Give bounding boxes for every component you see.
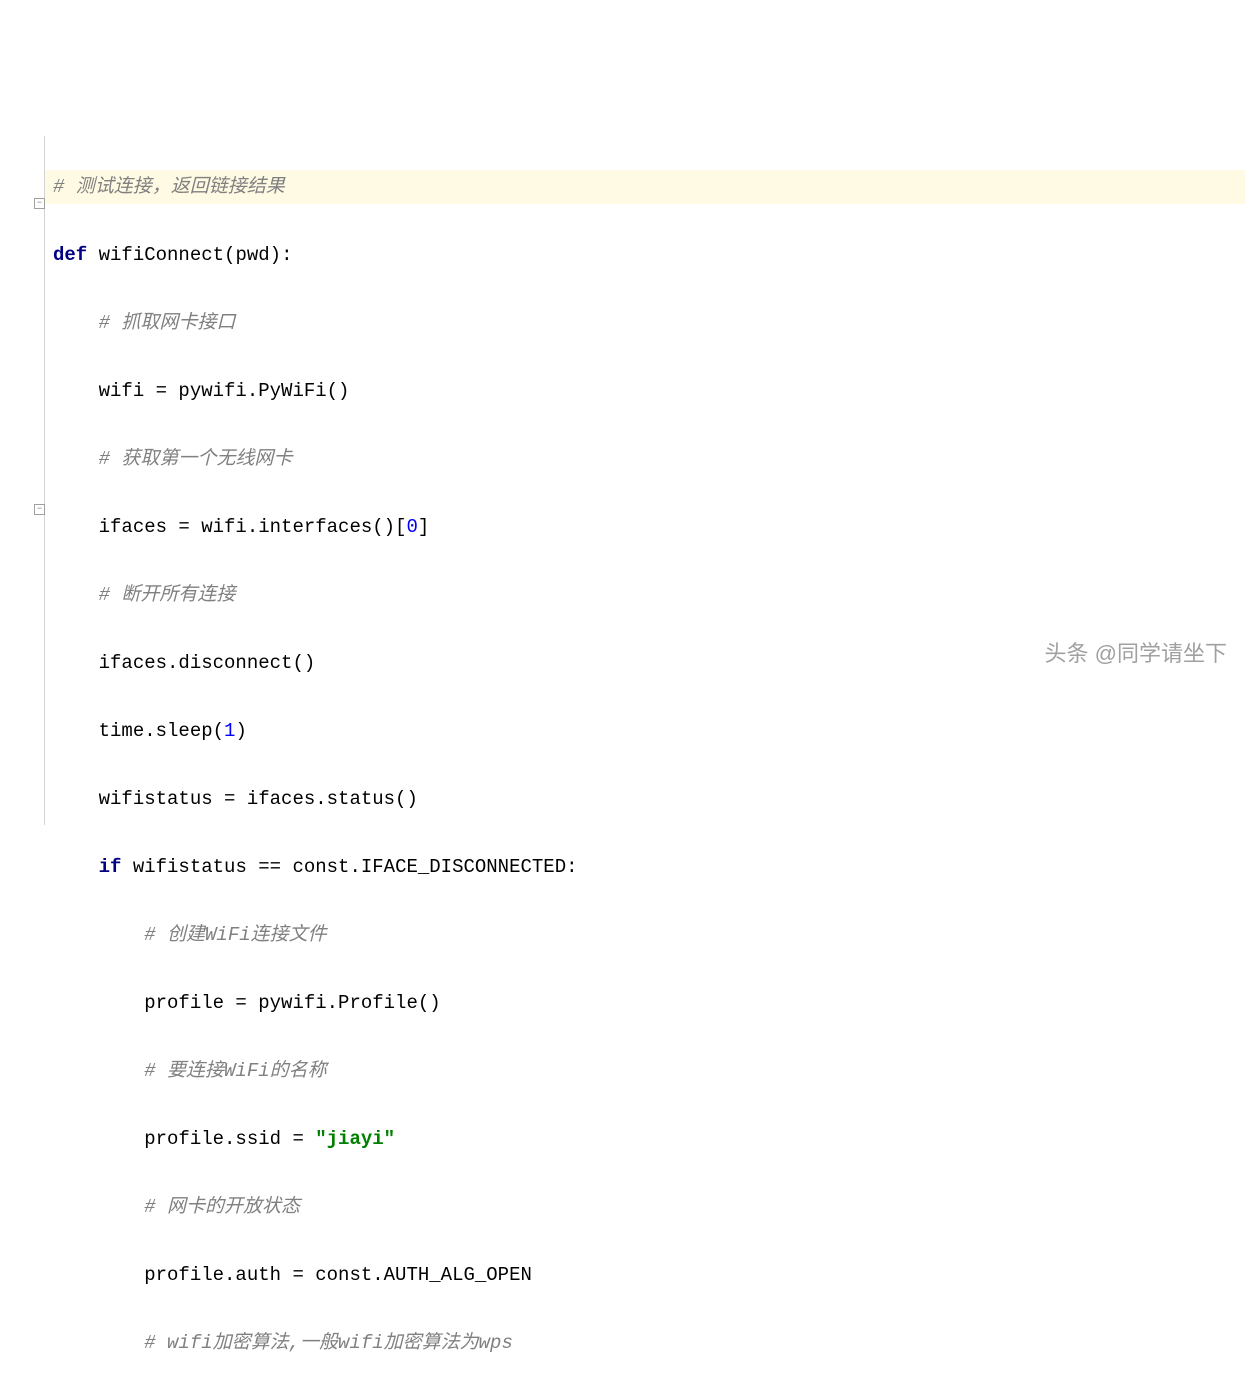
paren: ):: [270, 244, 293, 266]
code-line[interactable]: # 测试连接，返回链接结果: [45, 170, 1245, 204]
code-line[interactable]: ifaces = wifi.interfaces()[0]: [53, 510, 1245, 544]
comment-text: # 测试连接，返回链接结果: [53, 176, 285, 198]
code-text: ): [235, 720, 246, 742]
comment-text: # 要连接WiFi的名称: [53, 1060, 327, 1082]
code-text: profile.auth = const.AUTH_ALG_OPEN: [53, 1264, 532, 1286]
code-text: wifi = pywifi.PyWiFi(): [53, 380, 349, 402]
code-line[interactable]: # 要连接WiFi的名称: [53, 1054, 1245, 1088]
code-line[interactable]: # 获取第一个无线网卡: [53, 442, 1245, 476]
code-line[interactable]: ifaces.disconnect(): [53, 646, 1245, 680]
comment-text: # 断开所有连接: [53, 584, 235, 606]
keyword-if: if: [53, 856, 121, 878]
code-text: profile.ssid =: [53, 1128, 315, 1150]
code-text: wifistatus = ifaces.status(): [53, 788, 418, 810]
gutter: − −: [0, 136, 45, 825]
code-line[interactable]: if wifistatus == const.IFACE_DISCONNECTE…: [53, 850, 1245, 884]
comment-text: # wifi加密算法,一般wifi加密算法为wps: [53, 1332, 513, 1354]
code-line[interactable]: # 断开所有连接: [53, 578, 1245, 612]
code-line[interactable]: wifistatus = ifaces.status(): [53, 782, 1245, 816]
code-line[interactable]: profile = pywifi.Profile(): [53, 986, 1245, 1020]
comment-text: # 网卡的开放状态: [53, 1196, 300, 1218]
code-text: ifaces = wifi.interfaces()[: [53, 516, 406, 538]
paren: (: [224, 244, 235, 266]
comment-text: # 创建WiFi连接文件: [53, 924, 327, 946]
number-literal: 1: [224, 720, 235, 742]
code-line[interactable]: profile.auth = const.AUTH_ALG_OPEN: [53, 1258, 1245, 1292]
comment-text: # 抓取网卡接口: [53, 312, 235, 334]
code-line[interactable]: # 网卡的开放状态: [53, 1190, 1245, 1224]
code-editor[interactable]: − − # 测试连接，返回链接结果 def wifiConnect(pwd): …: [0, 136, 1245, 825]
code-line[interactable]: def wifiConnect(pwd):: [53, 238, 1245, 272]
code-line[interactable]: # 抓取网卡接口: [53, 306, 1245, 340]
code-line[interactable]: time.sleep(1): [53, 714, 1245, 748]
code-text: profile = pywifi.Profile(): [53, 992, 441, 1014]
fold-icon[interactable]: −: [34, 504, 45, 515]
code-text: ]: [418, 516, 429, 538]
code-line[interactable]: # wifi加密算法,一般wifi加密算法为wps: [53, 1326, 1245, 1360]
code-text: ifaces.disconnect(): [53, 652, 315, 674]
function-name: wifiConnect: [87, 244, 224, 266]
code-text: wifistatus == const.IFACE_DISCONNECTED:: [121, 856, 577, 878]
parameter: pwd: [235, 244, 269, 266]
code-line[interactable]: wifi = pywifi.PyWiFi(): [53, 374, 1245, 408]
code-area[interactable]: # 测试连接，返回链接结果 def wifiConnect(pwd): # 抓取…: [45, 136, 1245, 825]
code-text: time.sleep(: [53, 720, 224, 742]
comment-text: # 获取第一个无线网卡: [53, 448, 292, 470]
code-line[interactable]: # 创建WiFi连接文件: [53, 918, 1245, 952]
keyword-def: def: [53, 244, 87, 266]
number-literal: 0: [406, 516, 417, 538]
string-literal: "jiayi": [315, 1128, 395, 1150]
code-line[interactable]: profile.ssid = "jiayi": [53, 1122, 1245, 1156]
fold-icon[interactable]: −: [34, 198, 45, 209]
